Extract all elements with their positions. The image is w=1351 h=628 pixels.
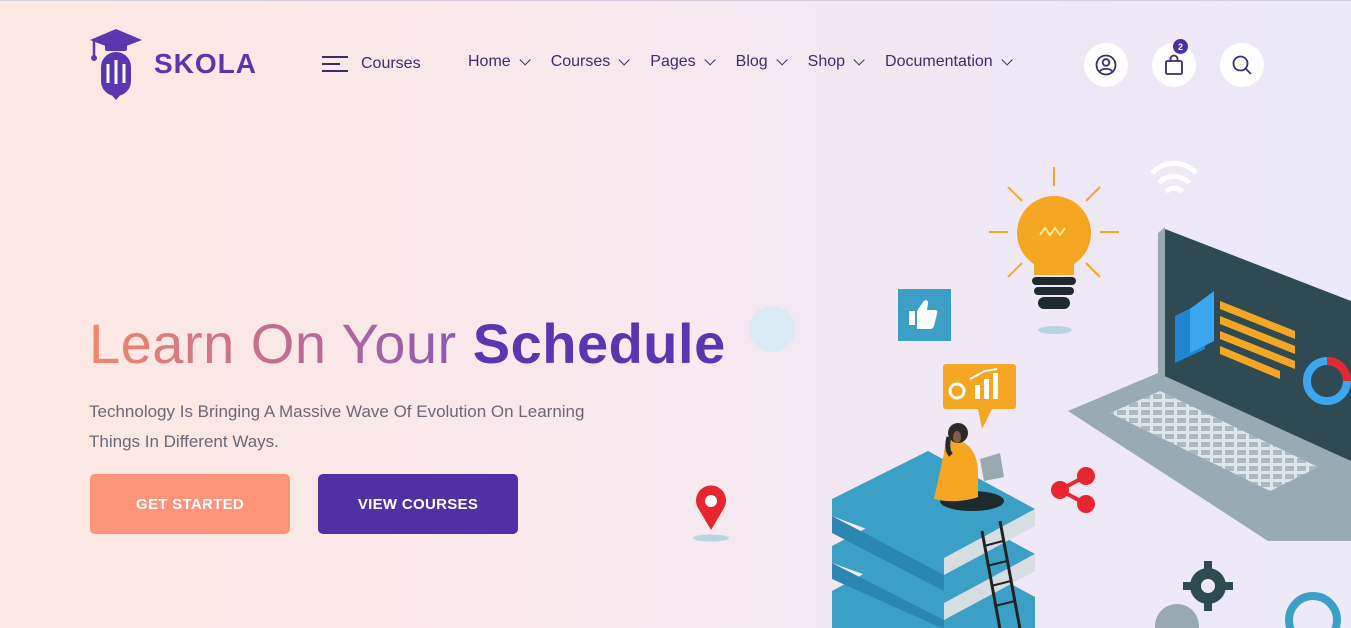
- user-circle-icon: [1095, 54, 1117, 76]
- category-menu-button[interactable]: Courses: [322, 54, 421, 74]
- view-courses-button[interactable]: VIEW COURSES: [318, 474, 518, 534]
- nav-item-label: Documentation: [885, 53, 993, 70]
- books-stack-illustration: [832, 451, 1035, 628]
- main-nav: Home Courses Pages Blog Shop Documentati…: [468, 53, 1033, 71]
- search-button[interactable]: [1220, 43, 1264, 87]
- chat-widget-ring: [1285, 592, 1341, 628]
- nav-item-pages[interactable]: Pages: [650, 53, 716, 71]
- hero-title-bold: Schedule: [472, 312, 726, 375]
- student-figure: [934, 423, 1004, 511]
- shopping-bag-icon: [1165, 54, 1183, 75]
- chart-speech-bubble-icon: [943, 364, 1016, 429]
- nav-item-label: Courses: [550, 53, 611, 70]
- nav-item-home[interactable]: Home: [468, 53, 531, 71]
- lightbulb-icon: [989, 167, 1119, 334]
- nav-item-label: Blog: [735, 53, 768, 70]
- hero-title-light: Learn On Your: [89, 312, 457, 375]
- account-button[interactable]: [1084, 43, 1128, 87]
- graduation-cap-pencil-icon: [90, 29, 142, 100]
- chevron-down-icon: [519, 54, 531, 66]
- chevron-down-icon: [853, 54, 865, 66]
- nav-item-label: Pages: [650, 53, 696, 70]
- brand-logo[interactable]: SKOLA: [88, 27, 257, 101]
- share-icon: [1051, 467, 1095, 513]
- gear-icon: [1155, 561, 1233, 628]
- wifi-icon: [1150, 160, 1198, 194]
- category-menu-label: Courses: [361, 55, 421, 72]
- laptop-illustration: [1068, 227, 1351, 541]
- nav-item-documentation[interactable]: Documentation: [885, 53, 1013, 71]
- nav-item-label: Shop: [807, 53, 846, 70]
- chevron-down-icon: [618, 54, 631, 66]
- hamburger-icon: [322, 54, 348, 74]
- chevron-down-icon: [1001, 54, 1013, 66]
- thumbs-up-icon: [898, 289, 951, 341]
- chevron-down-icon: [704, 54, 716, 66]
- chevron-down-icon: [776, 54, 788, 66]
- cart-count-badge: 2: [1173, 39, 1188, 54]
- brand-name[interactable]: SKOLA: [154, 48, 257, 80]
- decor-circle: [749, 306, 795, 352]
- nav-item-label: Home: [468, 53, 511, 70]
- map-pin-icon: [693, 485, 729, 542]
- cart-button[interactable]: 2: [1152, 39, 1196, 87]
- nav-item-courses[interactable]: Courses: [550, 53, 631, 71]
- hero-title: Learn On Your Schedule: [89, 311, 726, 376]
- get-started-button[interactable]: GET STARTED: [90, 474, 290, 534]
- nav-item-blog[interactable]: Blog: [735, 53, 788, 71]
- nav-item-shop[interactable]: Shop: [807, 53, 865, 71]
- search-icon: [1232, 55, 1252, 75]
- hero-subtitle: Technology Is Bringing A Massive Wave Of…: [89, 402, 585, 451]
- site-header: SKOLA Courses Home Courses Pages Blog Sh…: [0, 1, 1351, 129]
